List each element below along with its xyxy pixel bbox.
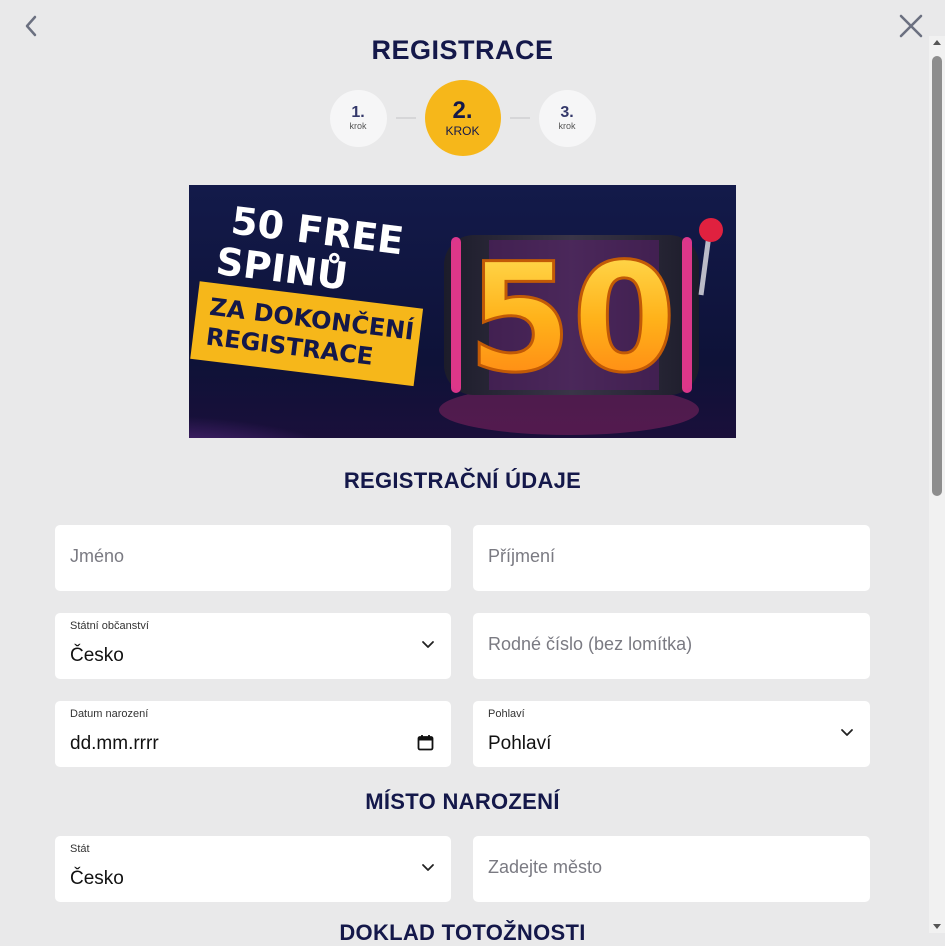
step-3-number: 3. [560, 103, 574, 121]
gender-label: Pohlaví [488, 708, 525, 720]
banner-big-number: 50 [468, 232, 677, 406]
step-1: 1. krok [329, 89, 387, 147]
promo-banner: 50 50 FREE SPINŮ ZA DOKONČENÍ REGISTRACE [189, 185, 736, 438]
calendar-icon[interactable] [417, 734, 434, 751]
birth-date-label: Datum narození [70, 708, 149, 720]
page-title: REGISTRACE [371, 35, 554, 65]
step-1-number: 1. [351, 103, 365, 121]
step-3-label: krok [558, 120, 576, 131]
scrollbar[interactable] [929, 36, 945, 933]
step-connector [395, 117, 416, 119]
birth-country-label: Stát [70, 843, 90, 855]
birth-city-field[interactable]: Zadejte město [473, 836, 870, 902]
last-name-field[interactable]: Příjmení [473, 525, 870, 591]
step-indicator: 1. krok 2. KROK 3. krok [0, 80, 925, 156]
gender-value: Pohlaví [488, 733, 552, 754]
birth-date-field[interactable]: Datum narození dd.mm.rrrr [55, 701, 451, 767]
gender-select[interactable]: Pohlaví Pohlaví [473, 701, 870, 767]
scroll-down-arrow-icon[interactable] [933, 924, 941, 929]
birth-city-placeholder: Zadejte město [488, 857, 603, 877]
birth-number-field[interactable]: Rodné číslo (bez lomítka) [473, 613, 870, 679]
first-name-field[interactable]: Jméno [55, 525, 451, 591]
step-2: 2. KROK [424, 80, 501, 156]
step-connector [509, 117, 530, 119]
step-2-number: 2. [452, 96, 473, 124]
section-title-birthplace: MÍSTO NAROZENÍ [365, 789, 560, 814]
scroll-up-arrow-icon[interactable] [933, 40, 941, 45]
birth-number-placeholder: Rodné číslo (bez lomítka) [488, 634, 693, 654]
citizenship-select[interactable]: Státní občanství Česko [55, 613, 451, 679]
last-name-placeholder: Příjmení [488, 546, 556, 566]
first-name-placeholder: Jméno [70, 546, 125, 566]
step-2-label: KROK [445, 123, 480, 138]
step-3: 3. krok [538, 89, 596, 147]
step-1-label: krok [349, 120, 367, 131]
chevron-down-icon [841, 729, 853, 736]
chevron-down-icon [422, 641, 434, 648]
citizenship-label: Státní občanství [70, 620, 149, 632]
section-title-registration: REGISTRAČNÍ ÚDAJE [343, 468, 582, 493]
birth-date-value: dd.mm.rrrr [70, 733, 159, 754]
section-title-id-document: DOKLAD TOTOŽNOSTI [339, 920, 586, 945]
citizenship-value: Česko [70, 645, 124, 666]
chevron-down-icon [422, 864, 434, 871]
scrollbar-thumb[interactable] [932, 56, 942, 496]
birth-country-select[interactable]: Stát Česko [55, 836, 451, 902]
birth-country-value: Česko [70, 868, 124, 889]
